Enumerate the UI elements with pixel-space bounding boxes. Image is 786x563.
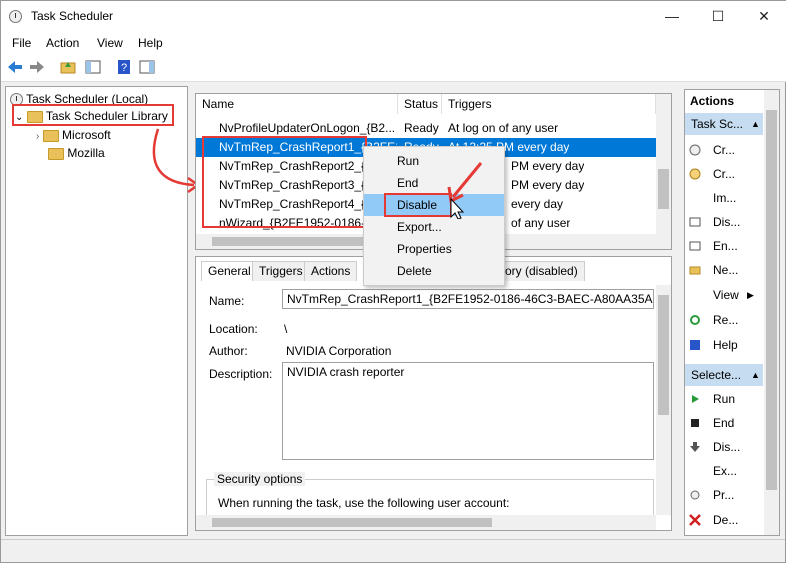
tab-triggers[interactable]: Triggers [252,261,310,281]
properties-clock-icon [690,490,700,500]
location-value: \ [284,322,288,336]
help-icon [690,340,700,350]
create-task-icon [689,168,701,180]
menu-help[interactable]: Help [138,36,163,50]
history-icon [689,241,701,251]
folder-icon [42,129,59,142]
toolbar: ? [1,54,786,82]
display-icon [689,217,701,227]
actions-scrollbar[interactable] [764,90,779,535]
column-header-name[interactable]: Name [196,94,398,114]
description-label: Description: [209,367,273,381]
menu-file[interactable]: File [12,36,31,50]
end-icon [691,419,699,427]
actions-pane: Actions Task Sc... ▲ Cr... Cr... Im... Di… [684,89,780,536]
tab-actions[interactable]: Actions [304,261,358,281]
create-basic-task-icon [689,144,701,156]
task-details: General Triggers Actions ory (disabled) … [195,256,672,531]
delete-x-icon [689,514,701,526]
author-value: NVIDIA Corporation [286,344,392,358]
menu-action[interactable]: Action [46,36,79,50]
scrollbar-thumb[interactable] [766,110,777,490]
status-bar [1,539,785,562]
tree-item-microsoft[interactable]: › Microsoft [36,128,111,142]
menu-item-properties[interactable]: Properties [364,238,504,260]
folder-clock-icon [26,110,43,123]
author-label: Author: [209,344,248,358]
tab-general[interactable]: General [201,261,258,281]
show-hide-console-tree-icon[interactable] [84,58,102,76]
tree-item-mozilla[interactable]: Mozilla [48,146,105,160]
name-field[interactable]: NvTmRep_CrashReport1_{B2FE1952-0186-46C3… [282,289,654,309]
details-scrollbar[interactable] [656,285,671,515]
forward-arrow-icon[interactable] [28,58,46,76]
annotation-arrow [447,162,483,219]
folder-icon [48,147,64,160]
actions-section-task-scheduler[interactable]: Task Sc... ▲ [685,113,763,135]
minimize-button[interactable]: — [649,1,695,32]
name-label: Name: [209,294,245,308]
run-icon [692,395,699,403]
task-list-scrollbar[interactable] [656,94,671,249]
chevron-down-icon: ⌄ [15,112,24,123]
menu-view[interactable]: View [97,36,123,50]
close-button[interactable]: ✕ [741,1,786,32]
details-hscrollbar[interactable] [196,515,656,530]
security-options-heading: Security options [214,472,306,486]
column-header-status[interactable]: Status [398,94,442,114]
collapse-up-icon: ▲ [751,370,760,380]
window-title: Task Scheduler [31,9,114,23]
actions-header: Actions [690,94,735,108]
hscrollbar-thumb[interactable] [212,518,492,527]
task-scheduler-window: Task Scheduler — ☐ ✕ File Action View He… [0,0,786,563]
location-label: Location: [209,322,258,336]
show-hide-action-pane-icon[interactable] [138,58,156,76]
help-icon[interactable]: ? [115,58,133,76]
app-clock-icon [9,9,22,24]
up-folder-icon[interactable] [59,58,77,76]
chevron-right-icon: › [36,131,40,142]
svg-text:?: ? [121,62,127,74]
scrollbar-thumb[interactable] [658,295,669,415]
menu-item-export[interactable]: Export... [364,216,504,238]
description-field[interactable]: NVIDIA crash reporter [282,362,654,460]
column-header-triggers[interactable]: Triggers [442,94,656,114]
maximize-button[interactable]: ☐ [695,1,741,32]
menu-item-delete[interactable]: Delete [364,260,504,282]
collapse-up-icon: ▲ [751,119,760,129]
submenu-arrow-icon: ▶ [747,290,754,300]
tab-history[interactable]: ory (disabled) [498,261,585,281]
tree-item-task-scheduler-library[interactable]: ⌄ Task Scheduler Library [15,109,168,123]
actions-section-selected-item[interactable]: Selecte... ▲ [685,364,763,386]
disable-arrow-icon [690,442,700,452]
menu-bar: File Action View Help [1,32,786,54]
new-folder-icon [689,266,701,275]
back-arrow-icon[interactable] [6,58,24,76]
refresh-icon [690,315,700,325]
highlight-box-task [202,136,367,228]
title-bar: Task Scheduler — ☐ ✕ [1,1,786,32]
scrollbar-thumb[interactable] [658,169,669,209]
security-options-text: When running the task, use the following… [218,496,510,510]
